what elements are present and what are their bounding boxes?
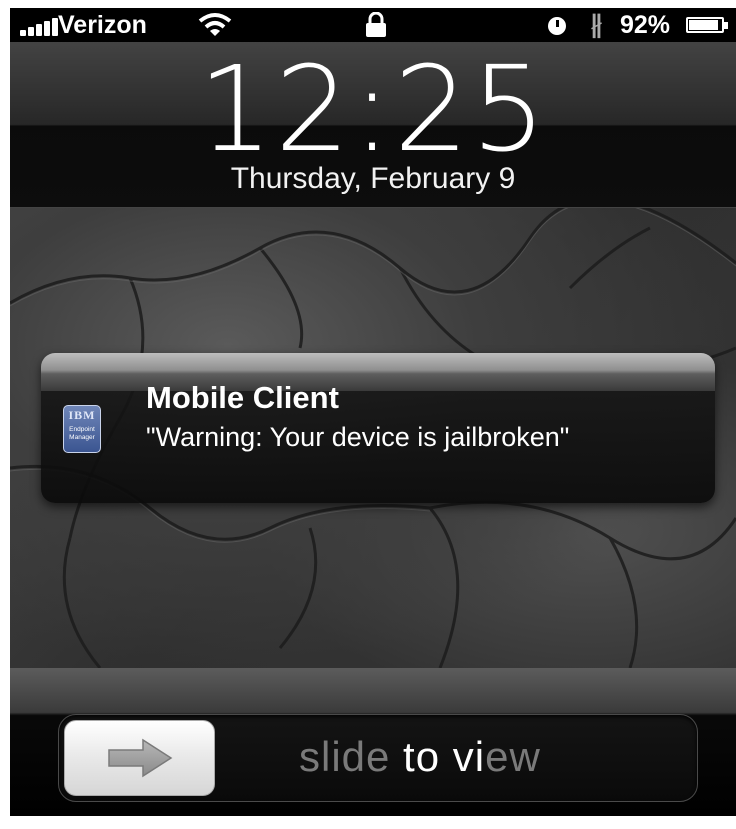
lock-icon: [366, 12, 386, 37]
battery-percentage: 92%: [620, 11, 671, 39]
slider-label-dim-end: ew: [485, 733, 541, 780]
arrow-right-icon: [108, 738, 173, 778]
unlock-bar: slide to view: [10, 668, 736, 816]
slider-knob[interactable]: [64, 720, 215, 796]
notification-message: "Warning: Your device is jailbroken": [146, 422, 570, 452]
battery-icon: [686, 17, 724, 33]
status-bar: Verizon ∦ 92%: [10, 8, 736, 42]
slider-label: slide to view: [299, 729, 541, 785]
slider-label-dim-start: slide: [299, 733, 391, 780]
slider-label-highlight: to vi: [390, 733, 486, 780]
app-icon-logo: IBM: [68, 408, 96, 422]
wifi-icon: [198, 13, 232, 36]
app-icon-caption: Endpoint Manager: [69, 426, 95, 441]
push-notification[interactable]: IBM Endpoint Manager Mobile Client "Warn…: [41, 353, 715, 503]
notification-title: Mobile Client: [146, 380, 339, 415]
battery-level-fill: [689, 20, 718, 30]
carrier-name: Verizon: [58, 11, 147, 39]
alarm-clock-icon: [548, 17, 566, 35]
lock-date: Thursday, February 9: [230, 162, 516, 195]
lock-screen: Verizon ∦ 92% 12:25 Thursday, February 9…: [10, 8, 736, 816]
ibm-endpoint-manager-icon: IBM Endpoint Manager: [63, 405, 101, 453]
battery-tip: [724, 22, 728, 29]
slide-to-view-track[interactable]: slide to view: [58, 714, 698, 802]
lock-time: 12:25: [197, 40, 549, 178]
bluetooth-icon: ∦: [590, 11, 603, 39]
clock-band: 12:25 Thursday, February 9: [10, 42, 736, 208]
notification-header: [41, 353, 715, 391]
signal-icon: [20, 18, 60, 36]
